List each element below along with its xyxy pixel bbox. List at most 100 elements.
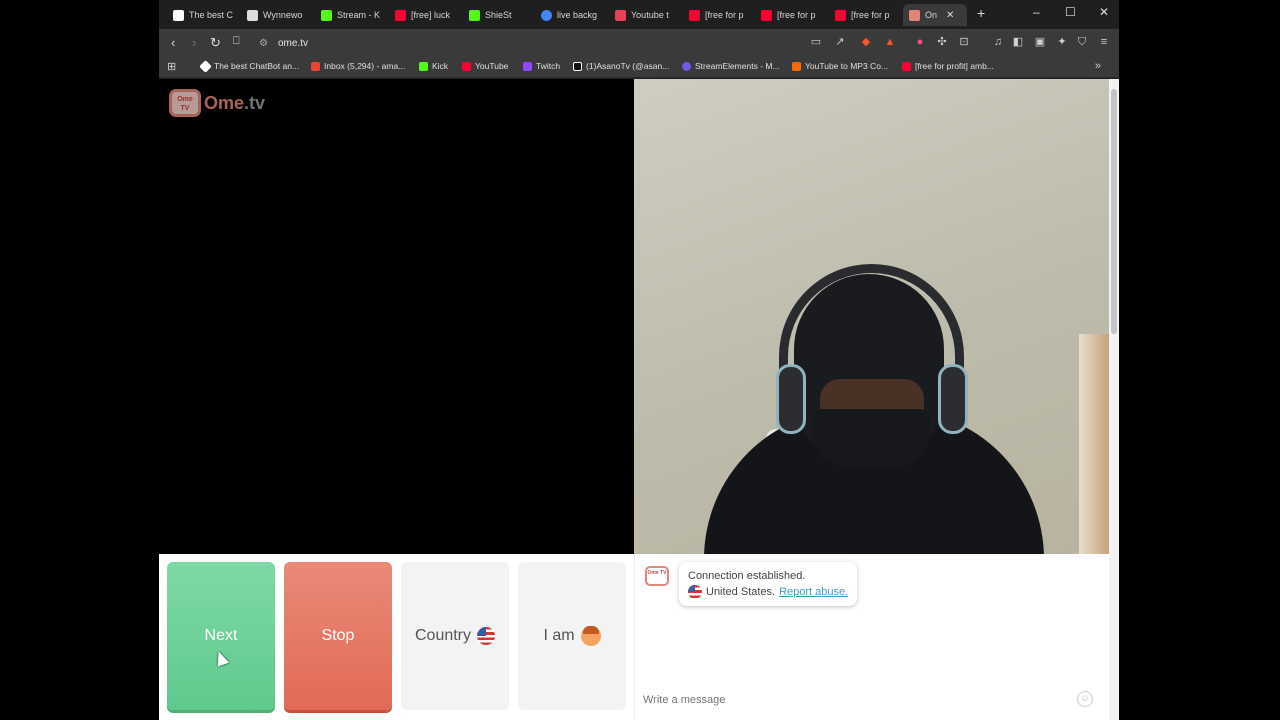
ometv-logo[interactable]: Ome TV Ome.tv (169, 89, 265, 117)
menu-icon[interactable]: ≡ (1097, 35, 1111, 49)
tab-3[interactable]: Stream - K (315, 4, 387, 26)
youtube-icon (462, 61, 471, 71)
bookmarks-bar: ⊞ The best ChatBot an... Inbox (5,294) -… (159, 56, 1119, 78)
maximize-button[interactable]: ☐ (1065, 5, 1076, 19)
country-button[interactable]: Country (401, 562, 509, 710)
tab-4[interactable]: [free] luck (389, 4, 461, 26)
tab-10[interactable]: [free for p (829, 4, 901, 26)
bookmark-tiktok[interactable]: (1)AsanoTv (@asan... (573, 61, 669, 71)
youtube-icon (395, 9, 406, 21)
bookmark-twitch[interactable]: Twitch (523, 61, 560, 71)
minimize-button[interactable]: – (1033, 5, 1040, 19)
bookmark-inbox[interactable]: Inbox (5,294) - ama... (311, 61, 405, 71)
extensions-icon[interactable]: ✣ (935, 35, 949, 49)
address-toolbar: ‹ › ↻ ⎕ ⚙ ome.tv ▭ ↗ ◆ ▲ ● ✣ ⊡ ♫ ◧ ▣ ✦ ⛉… (159, 29, 1119, 56)
youtube-icon (761, 9, 772, 21)
tab-6[interactable]: live backg (535, 4, 607, 26)
scrollbar-thumb[interactable] (1111, 89, 1117, 334)
wallet-icon[interactable]: ▣ (1033, 35, 1047, 49)
tiktok-icon (573, 61, 582, 71)
bookmark-youtube[interactable]: YouTube (462, 61, 508, 71)
next-button[interactable]: Next (167, 562, 275, 710)
browser-window: The best C Wynnewo Stream - K [free] luc… (159, 0, 1119, 720)
url-text: ome.tv (277, 37, 308, 49)
tab-2[interactable]: Wynnewo (241, 4, 313, 26)
close-tab-icon[interactable]: ✕ (946, 10, 954, 21)
logo-suffix: .tv (244, 92, 266, 113)
control-panel: Next Stop Country I am Ome TV Connection… (159, 554, 1109, 720)
ometv-chat-icon: Ome TV (645, 566, 669, 586)
twitch-icon (523, 61, 532, 71)
ometv-favicon-icon (909, 9, 920, 21)
screenshot-icon[interactable]: ⊡ (957, 35, 971, 49)
bookmark-chatbot[interactable]: The best ChatBot an... (199, 59, 299, 73)
kick-icon (469, 9, 480, 21)
bookmark-free-for-profit[interactable]: [free for profit] amb... (902, 61, 994, 71)
converter-icon (615, 9, 626, 21)
ometv-page: Ome TV Ome.tv Next Stop Country I am Ome… (159, 79, 1119, 720)
door-frame (1079, 334, 1109, 554)
message-input[interactable] (643, 690, 1083, 710)
media-icon[interactable]: ♫ (991, 35, 1005, 49)
reload-icon[interactable]: ↻ (210, 35, 221, 51)
chat-panel: Ome TV Connection established. United St… (634, 554, 1109, 720)
converter-icon (792, 61, 801, 71)
emoji-icon[interactable]: ☺ (1077, 691, 1093, 707)
tab-9[interactable]: [free for p (755, 4, 827, 26)
partner-country: United States. (706, 586, 776, 598)
more-bookmarks-icon[interactable]: » (1095, 60, 1101, 72)
logo-text: Ome (204, 92, 245, 113)
tab-active-ometv[interactable]: On ✕ (903, 4, 967, 26)
site-info-icon[interactable]: ⚙ (259, 38, 268, 49)
sidebar-icon[interactable]: ◧ (1011, 35, 1025, 49)
google-icon (541, 9, 552, 21)
bookmark-yt-mp3[interactable]: YouTube to MP3 Co... (792, 61, 888, 71)
kick-icon (419, 61, 428, 71)
address-bar[interactable]: ⚙ ome.tv (259, 34, 308, 52)
system-message: Connection established. United States. R… (679, 562, 858, 606)
close-window-button[interactable]: ✕ (1099, 5, 1109, 19)
boy-avatar-icon (580, 626, 601, 646)
tab-1[interactable]: The best C (167, 4, 239, 26)
connection-status: Connection established. (688, 570, 806, 582)
leo-ai-icon[interactable]: ✦ (1055, 35, 1069, 49)
stop-button[interactable]: Stop (284, 562, 392, 710)
new-tab-button[interactable]: + (977, 5, 985, 21)
headphone-band (779, 264, 964, 384)
vpn-icon[interactable]: ⛉ (1075, 35, 1089, 49)
tab-8[interactable]: [free for p (683, 4, 753, 26)
partner-video: Ome TV Ome.tv (159, 79, 634, 554)
report-abuse-link[interactable]: Report abuse. (779, 584, 848, 600)
gender-button[interactable]: I am (518, 562, 626, 710)
headphone-right-cup (938, 364, 968, 434)
tab-strip: The best C Wynnewo Stream - K [free] luc… (159, 0, 1119, 29)
self-webcam-video (634, 79, 1109, 554)
tab-5[interactable]: ShieSt (463, 4, 533, 26)
mouse-cursor-icon (212, 649, 230, 667)
headphone-left-cup (776, 364, 806, 434)
kick-icon (321, 9, 332, 21)
share-icon[interactable]: ↗ (833, 35, 847, 49)
back-icon[interactable]: ‹ (171, 35, 175, 50)
us-flag-icon (688, 585, 702, 599)
youtube-icon (689, 9, 700, 21)
gmail-icon (311, 61, 320, 71)
bookmark-icon[interactable]: ⎕ (233, 35, 240, 48)
brave-shield-icon[interactable]: ◆ (859, 35, 873, 49)
tab-7[interactable]: Youtube t (609, 4, 681, 26)
apps-grid-icon[interactable]: ⊞ (167, 60, 176, 73)
tab-favicon-icon (173, 9, 184, 21)
brave-rewards-icon[interactable]: ▲ (883, 35, 897, 49)
tab-favicon-icon (247, 9, 258, 21)
bookmark-favicon-icon (199, 59, 212, 73)
face-mask (812, 409, 930, 469)
forward-icon[interactable]: › (192, 35, 196, 50)
streamelements-icon (682, 61, 691, 71)
bookmark-kick[interactable]: Kick (419, 61, 448, 71)
cast-icon[interactable]: ▭ (809, 35, 823, 49)
tv-icon: Ome TV (169, 89, 201, 117)
youtube-icon (902, 61, 911, 71)
extension-u-icon[interactable]: ● (913, 35, 927, 49)
bookmark-streamelements[interactable]: StreamElements - M... (682, 61, 780, 71)
youtube-icon (835, 9, 846, 21)
